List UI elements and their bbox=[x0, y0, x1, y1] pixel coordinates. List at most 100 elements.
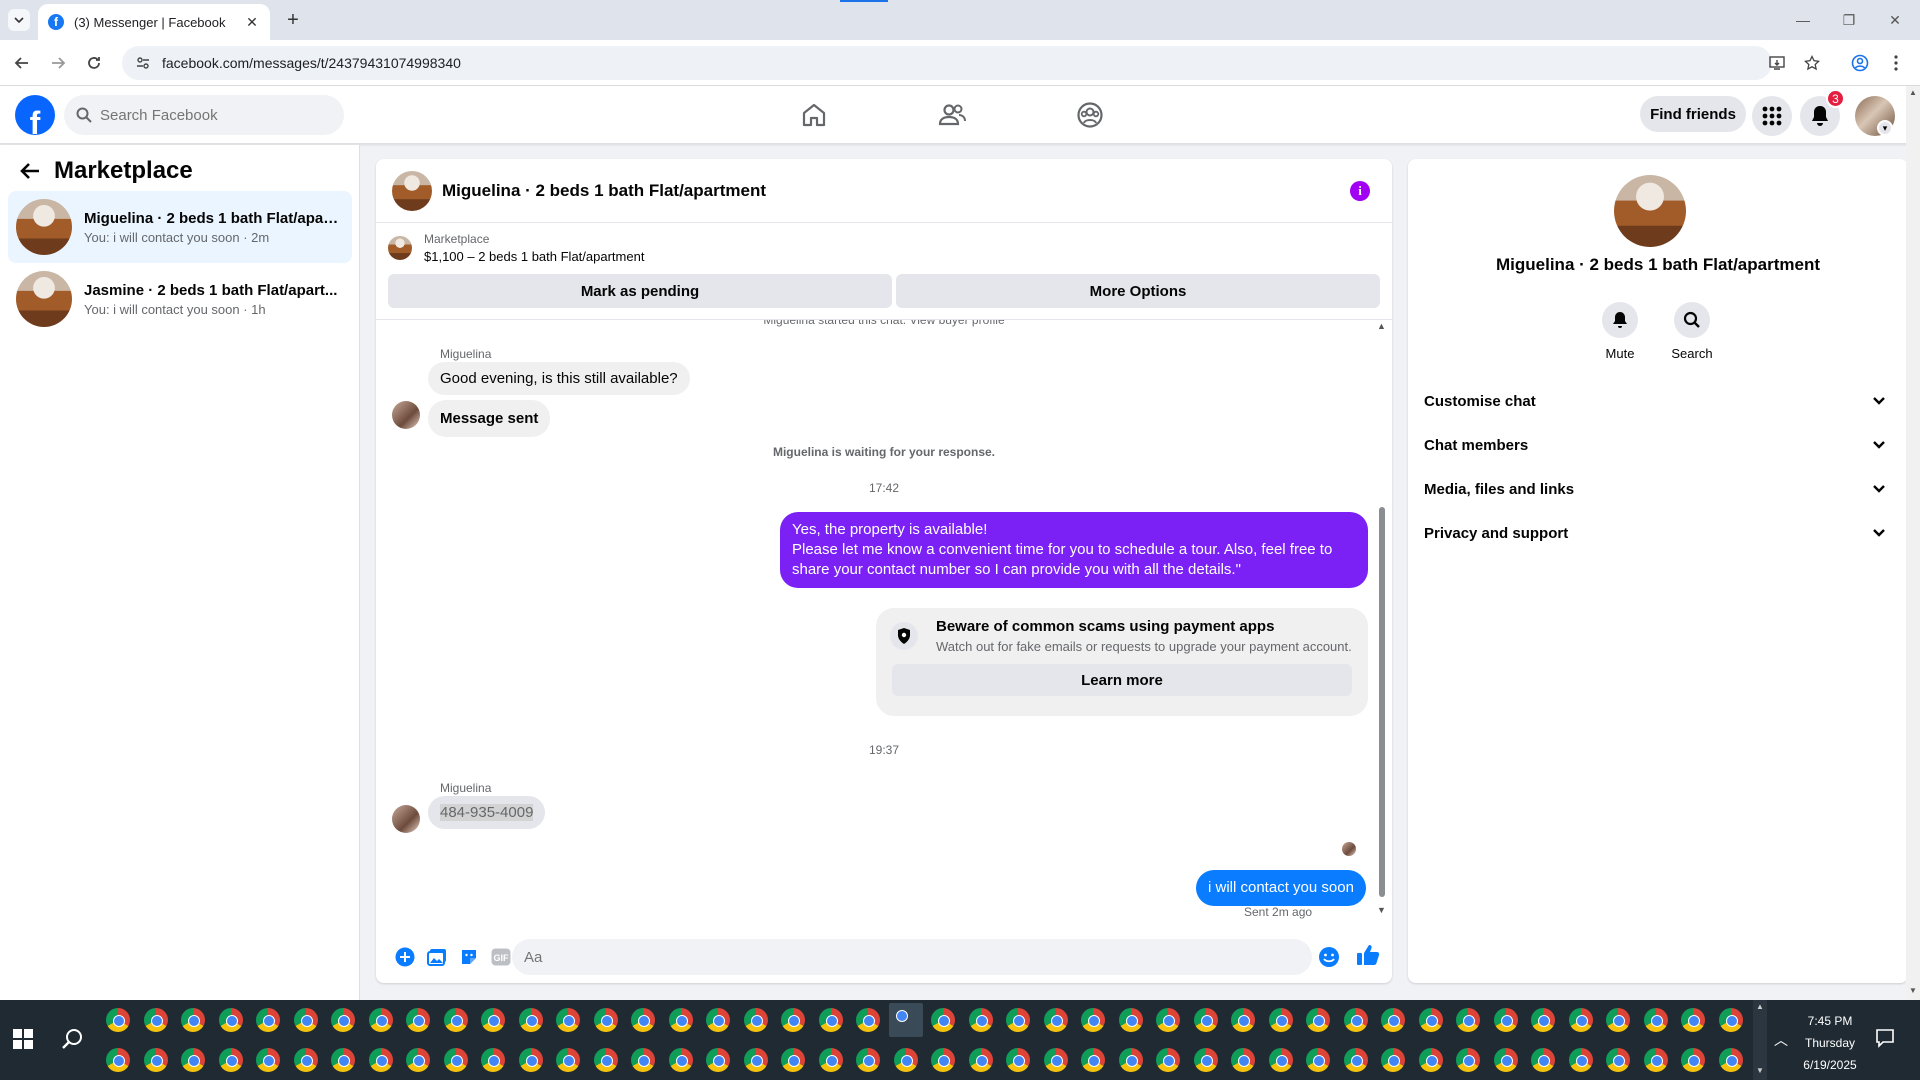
reload-icon[interactable] bbox=[82, 51, 106, 75]
section-privacy-support[interactable]: Privacy and support bbox=[1424, 511, 1892, 555]
taskbar-browser-app-icon[interactable] bbox=[1043, 1048, 1068, 1072]
taskbar-browser-app-icon[interactable] bbox=[668, 1048, 693, 1072]
system-clock[interactable]: 7:45 PM Thursday 6/19/2025 bbox=[1790, 1010, 1870, 1076]
taskbar-browser-app-icon[interactable] bbox=[106, 1008, 130, 1032]
scrollbar-thumb[interactable] bbox=[1379, 507, 1385, 897]
message-list[interactable]: Miguelina started this chat. View buyer … bbox=[376, 319, 1392, 919]
taskbar-browser-app-icon[interactable] bbox=[593, 1008, 618, 1032]
taskbar-browser-app-icon[interactable] bbox=[1606, 1008, 1630, 1032]
taskbar-browser-app-icon[interactable] bbox=[706, 1008, 730, 1032]
chat-scrollbar[interactable]: ▲ ▼ bbox=[1377, 319, 1387, 919]
sticker-icon[interactable] bbox=[458, 946, 480, 968]
taskbar-browser-app-icon[interactable] bbox=[556, 1048, 580, 1072]
photo-icon[interactable] bbox=[426, 946, 448, 968]
taskbar-browser-app-icon[interactable] bbox=[443, 1048, 468, 1072]
facebook-logo-icon[interactable]: f bbox=[15, 95, 55, 135]
taskbar-browser-app-icon[interactable] bbox=[368, 1008, 393, 1032]
taskbar-browser-app-icon[interactable] bbox=[1643, 1008, 1668, 1032]
page-scroll-up-icon[interactable]: ▲ bbox=[1909, 88, 1917, 97]
back-arrow-icon[interactable] bbox=[20, 162, 40, 180]
taskbar-browser-app-icon[interactable] bbox=[631, 1048, 655, 1072]
taskbar-browser-app-icon[interactable] bbox=[406, 1048, 430, 1072]
taskbar-browser-app-icon[interactable] bbox=[1006, 1008, 1030, 1032]
section-customise-chat[interactable]: Customise chat bbox=[1424, 379, 1892, 423]
taskbar-browser-app-icon[interactable] bbox=[256, 1048, 280, 1072]
chat-thumbnail[interactable] bbox=[392, 170, 432, 211]
chat-title[interactable]: Miguelina · 2 beds 1 bath Flat/apartment bbox=[442, 181, 766, 201]
groups-nav-icon[interactable] bbox=[1034, 94, 1146, 136]
search-input[interactable] bbox=[100, 106, 320, 124]
taskbar-browser-app-icon[interactable] bbox=[1643, 1048, 1668, 1072]
taskbar-browser-app-icon[interactable] bbox=[406, 1008, 430, 1032]
taskbar-browser-app-icon[interactable] bbox=[818, 1008, 843, 1032]
close-tab-icon[interactable]: ✕ bbox=[244, 14, 260, 30]
taskbar-browser-app-icon[interactable] bbox=[1006, 1048, 1030, 1072]
taskbar-browser-app-icon[interactable] bbox=[1456, 1048, 1480, 1072]
taskbar-browser-app-icon[interactable] bbox=[293, 1008, 318, 1032]
profile-icon[interactable] bbox=[1848, 51, 1872, 75]
taskbar-browser-app-icon[interactable] bbox=[856, 1008, 880, 1032]
taskbar-browser-app-icon[interactable] bbox=[1381, 1008, 1405, 1032]
taskbar-browser-app-icon[interactable] bbox=[181, 1048, 205, 1072]
taskbar-browser-app-icon[interactable] bbox=[668, 1008, 693, 1032]
site-info-icon[interactable] bbox=[136, 56, 150, 70]
taskbar-browser-app-icon[interactable] bbox=[1118, 1008, 1143, 1032]
mute-button[interactable]: Mute bbox=[1590, 302, 1650, 361]
taskbar-browser-app-icon[interactable] bbox=[743, 1048, 768, 1072]
taskbar-browser-app-icon[interactable] bbox=[1681, 1048, 1705, 1072]
taskbar-browser-app-icon[interactable] bbox=[743, 1008, 768, 1032]
taskbar-browser-app-icon[interactable] bbox=[143, 1008, 168, 1032]
menu-grid-icon[interactable] bbox=[1752, 96, 1792, 136]
taskbar-browser-app-icon[interactable] bbox=[893, 1048, 918, 1072]
taskbar-browser-app-icon[interactable] bbox=[1531, 1048, 1555, 1072]
taskbar-browser-app-icon[interactable] bbox=[1268, 1048, 1293, 1072]
conversation-item-jasmine[interactable]: Jasmine · 2 beds 1 bath Flat/apart... Yo… bbox=[8, 263, 352, 335]
tray-chevron-up-icon[interactable]: ︿ bbox=[1774, 1030, 1788, 1050]
taskbar-browser-app-icon[interactable] bbox=[556, 1008, 580, 1032]
install-app-icon[interactable] bbox=[1765, 51, 1789, 75]
sender-avatar[interactable] bbox=[392, 805, 420, 833]
browser-tab-messenger[interactable]: f (3) Messenger | Facebook ✕ bbox=[38, 4, 270, 40]
taskbar-browser-app-icon[interactable] bbox=[518, 1008, 543, 1032]
restore-icon[interactable]: ❐ bbox=[1826, 0, 1872, 40]
taskbar-browser-app-icon[interactable] bbox=[181, 1008, 205, 1032]
taskbar-scroll[interactable]: ▲ ▼ bbox=[1753, 1000, 1767, 1080]
sender-avatar[interactable] bbox=[392, 401, 420, 429]
thumbs-up-icon[interactable] bbox=[1356, 943, 1380, 967]
taskbar-browser-app-icon[interactable] bbox=[1231, 1008, 1255, 1032]
incoming-message-phone[interactable]: 484-935-4009 bbox=[428, 796, 546, 829]
taskbar-browser-app-icon[interactable] bbox=[518, 1048, 543, 1072]
taskbar-browser-app-icon[interactable] bbox=[1718, 1048, 1743, 1072]
close-window-icon[interactable]: ✕ bbox=[1872, 0, 1918, 40]
minimize-icon[interactable]: — bbox=[1780, 0, 1826, 40]
tab-search-chevron-icon[interactable] bbox=[8, 9, 30, 31]
taskbar-browser-app-icon[interactable] bbox=[1531, 1008, 1555, 1032]
page-scroll-down-icon[interactable]: ▼ bbox=[1909, 986, 1917, 995]
taskbar-browser-app-icon[interactable] bbox=[368, 1048, 393, 1072]
taskbar-browser-app-icon[interactable] bbox=[481, 1008, 505, 1032]
taskbar-browser-app-icon[interactable] bbox=[218, 1008, 243, 1032]
taskbar-browser-app-icon[interactable] bbox=[143, 1048, 168, 1072]
browser-menu-icon[interactable] bbox=[1884, 51, 1908, 75]
listing-summary[interactable]: Marketplace $1,100 – 2 beds 1 bath Flat/… bbox=[388, 232, 644, 264]
taskbar-browser-app-icon[interactable] bbox=[706, 1048, 730, 1072]
taskbar-browser-app-icon[interactable] bbox=[1568, 1048, 1593, 1072]
taskbar-browser-app-icon[interactable] bbox=[1306, 1008, 1330, 1032]
bookmark-star-icon[interactable] bbox=[1800, 51, 1824, 75]
action-center-icon[interactable] bbox=[1875, 1028, 1895, 1048]
taskbar-browser-app-icon[interactable] bbox=[631, 1008, 655, 1032]
home-nav-icon[interactable] bbox=[758, 94, 870, 136]
taskbar-browser-app-icon[interactable] bbox=[856, 1048, 880, 1072]
taskbar-browser-app-icon[interactable] bbox=[818, 1048, 843, 1072]
taskbar-browser-app-icon[interactable] bbox=[331, 1008, 355, 1032]
mark-as-pending-button[interactable]: Mark as pending bbox=[388, 274, 892, 308]
taskbar-browser-app-icon[interactable] bbox=[218, 1048, 243, 1072]
taskbar-scroll-up-icon[interactable]: ▲ bbox=[1756, 1002, 1764, 1011]
listing-thumbnail-large[interactable] bbox=[1614, 175, 1686, 247]
taskbar-browser-app-icon[interactable] bbox=[481, 1048, 505, 1072]
taskbar-browser-app-icon[interactable] bbox=[1231, 1048, 1255, 1072]
taskbar-browser-app-icon[interactable] bbox=[1156, 1048, 1180, 1072]
taskbar-browser-app-icon[interactable] bbox=[968, 1048, 993, 1072]
taskbar-browser-app-icon[interactable] bbox=[256, 1008, 280, 1032]
taskbar-browser-app-icon[interactable] bbox=[1268, 1008, 1293, 1032]
